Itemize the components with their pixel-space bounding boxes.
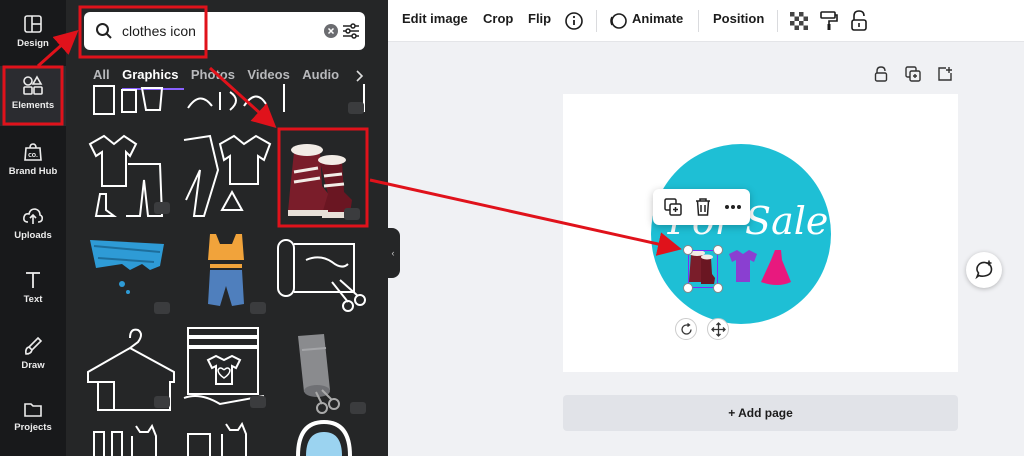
- graphic-result-boots[interactable]: [280, 132, 366, 224]
- top-toolbar: Edit image Crop Flip Animate Position: [388, 0, 1024, 42]
- resize-handle[interactable]: [683, 283, 693, 293]
- fashion-text-graphic: [187, 91, 267, 111]
- nav-item-elements[interactable]: Elements: [0, 66, 66, 126]
- graphic-result[interactable]: [180, 80, 272, 118]
- nav-item-uploads[interactable]: Uploads: [0, 198, 66, 258]
- graphic-result[interactable]: [280, 330, 372, 418]
- graphic-result[interactable]: [276, 230, 368, 318]
- graphic-result[interactable]: [278, 80, 370, 118]
- design-page[interactable]: For Sale: [563, 94, 958, 372]
- resize-handle[interactable]: [683, 245, 693, 255]
- resize-handle[interactable]: [713, 245, 723, 255]
- paint-roller-icon[interactable]: [820, 11, 838, 31]
- premium-crown-icon: [154, 396, 170, 408]
- duplicate-page-icon[interactable]: [905, 66, 921, 82]
- design-artwork: For Sale: [651, 144, 831, 324]
- nav-item-draw[interactable]: Draw: [0, 328, 66, 388]
- more-options-icon[interactable]: [724, 204, 742, 210]
- search-icon: [96, 23, 112, 39]
- premium-crown-icon: [250, 302, 266, 314]
- elements-panel: All Graphics Photos Videos Audio: [66, 0, 388, 456]
- nav-label: Draw: [21, 360, 45, 371]
- collapse-panel-button[interactable]: ‹: [386, 228, 400, 278]
- graphic-result[interactable]: [180, 230, 272, 318]
- chevron-left-icon: ‹: [391, 248, 395, 258]
- graphic-result[interactable]: [84, 324, 176, 412]
- dress-outline-graphic: [93, 423, 157, 456]
- duplicate-icon[interactable]: [664, 198, 682, 216]
- nav-label: Uploads: [14, 230, 52, 241]
- add-page-icon[interactable]: [937, 66, 953, 82]
- edit-image-button[interactable]: Edit image: [402, 11, 468, 26]
- move-button[interactable]: [707, 318, 729, 340]
- nav-item-projects[interactable]: Projects: [0, 392, 66, 452]
- nav-label: Projects: [14, 422, 52, 433]
- premium-crown-icon: [344, 208, 360, 220]
- lock-icon[interactable]: [850, 10, 868, 32]
- graphic-result[interactable]: [280, 418, 372, 456]
- animate-button[interactable]: Animate: [632, 11, 683, 26]
- position-button[interactable]: Position: [713, 11, 764, 26]
- svg-text:CO.: CO.: [28, 153, 38, 159]
- transparency-icon[interactable]: [790, 12, 808, 30]
- element-context-menu: [653, 189, 750, 225]
- recycle-clothes-graphic: [183, 134, 272, 217]
- astronaut-helmet-graphic: [296, 419, 352, 456]
- graphic-result[interactable]: [84, 130, 176, 218]
- rotate-icon: [681, 323, 692, 335]
- toolbar-separator: [596, 10, 597, 32]
- graphic-result[interactable]: [180, 130, 272, 218]
- move-arrows-icon: [711, 322, 726, 337]
- selection-box[interactable]: [688, 250, 718, 288]
- nav-label: Elements: [11, 100, 55, 111]
- filter-sliders-icon[interactable]: [342, 22, 360, 40]
- toolbar-separator: [698, 10, 699, 32]
- cloud-upload-icon: [23, 208, 44, 224]
- nav-label: Text: [23, 294, 43, 305]
- premium-crown-icon: [348, 102, 364, 114]
- graphic-result[interactable]: [84, 418, 176, 456]
- layout-icon: [24, 15, 42, 33]
- clothing-rack-graphic: [93, 85, 164, 115]
- nav-item-brand-hub[interactable]: CO. Brand Hub: [0, 134, 66, 194]
- toolbar-separator: [777, 10, 778, 32]
- premium-crown-icon: [154, 302, 170, 314]
- search-input[interactable]: [122, 20, 302, 42]
- graphic-result[interactable]: [84, 230, 176, 318]
- animate-icon: [610, 13, 627, 29]
- crop-button[interactable]: Crop: [483, 11, 513, 26]
- shapes-icon: [23, 75, 43, 95]
- resize-handle[interactable]: [713, 283, 723, 293]
- comment-plus-icon: [975, 260, 993, 280]
- graphic-result[interactable]: [180, 418, 272, 456]
- rotate-button[interactable]: [675, 318, 697, 340]
- flip-button[interactable]: Flip: [528, 11, 551, 26]
- search-box[interactable]: [84, 12, 365, 50]
- nav-rail: Design Elements CO. Brand Hub Uploads Te…: [0, 0, 66, 456]
- graphic-result[interactable]: [180, 324, 272, 412]
- fabric-scissors-graphic: [277, 239, 366, 312]
- add-comment-button[interactable]: [966, 252, 1002, 288]
- trash-icon[interactable]: [694, 197, 712, 217]
- info-icon[interactable]: [564, 11, 584, 31]
- tank-top-outline-graphic: [187, 421, 247, 456]
- graphic-result[interactable]: [84, 80, 176, 118]
- nav-label: Design: [17, 38, 49, 49]
- nav-item-text[interactable]: Text: [0, 262, 66, 322]
- page-lock-icon[interactable]: [874, 66, 888, 82]
- add-page-button[interactable]: + Add page: [563, 395, 958, 431]
- text-icon: [26, 272, 40, 288]
- app-root: Design Elements CO. Brand Hub Uploads Te…: [0, 0, 1024, 456]
- brush-icon: [25, 336, 43, 355]
- folder-icon: [24, 403, 42, 417]
- nav-label: Brand Hub: [8, 166, 58, 177]
- premium-crown-icon: [350, 402, 366, 414]
- premium-crown-icon: [250, 396, 266, 408]
- brand-icon: CO.: [24, 143, 42, 161]
- clear-icon[interactable]: [324, 24, 338, 38]
- premium-crown-icon: [154, 202, 170, 214]
- nav-item-design[interactable]: Design: [0, 6, 66, 66]
